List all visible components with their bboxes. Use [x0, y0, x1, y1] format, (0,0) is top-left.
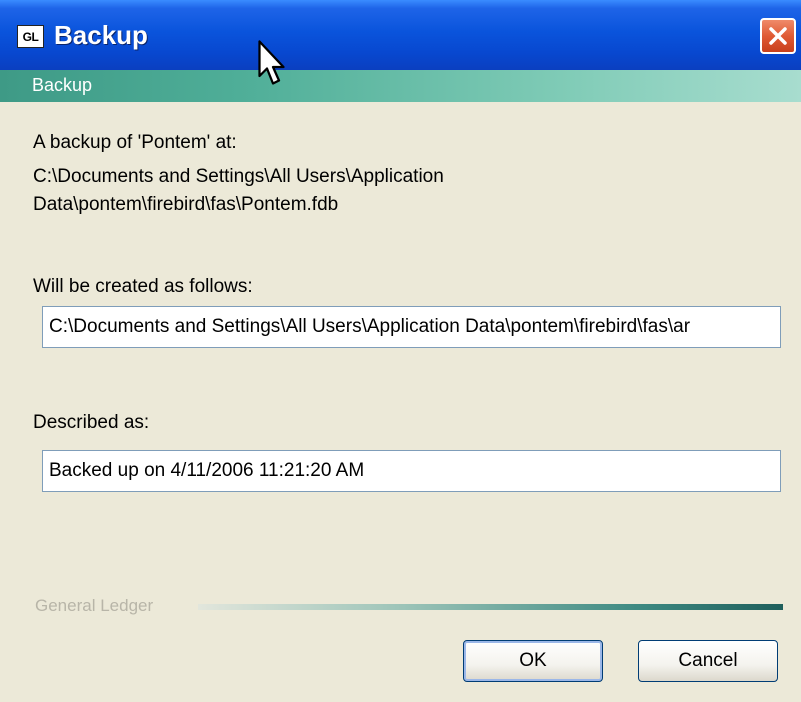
cancel-button[interactable]: Cancel: [638, 640, 778, 682]
window-title: Backup: [54, 20, 148, 50]
module-label: General Ledger: [35, 596, 154, 615]
destination-field[interactable]: [42, 306, 781, 348]
section-title: Backup: [32, 75, 93, 95]
description-input[interactable]: [43, 451, 780, 491]
footer-divider: [198, 604, 783, 610]
close-icon: [769, 27, 787, 45]
intro-label: A backup of 'Pontem' at:: [33, 132, 237, 153]
gl-app-icon: GL: [17, 25, 44, 48]
ok-button[interactable]: OK: [463, 640, 603, 682]
title-bar[interactable]: GL Backup: [0, 0, 801, 70]
backup-dialog: GL Backup Backup A backup of 'Pontem' at…: [0, 0, 801, 702]
destination-input[interactable]: [43, 307, 780, 347]
destination-label: Will be created as follows:: [33, 276, 253, 297]
description-field[interactable]: [42, 450, 781, 492]
source-path-line-2: Data\pontem\firebird\fas\Pontem.fdb: [33, 194, 339, 215]
source-path-line-1: C:\Documents and Settings\All Users\Appl…: [33, 166, 444, 187]
section-header: Backup: [0, 70, 801, 102]
mouse-pointer-icon: [258, 40, 285, 85]
description-label: Described as:: [33, 412, 150, 433]
app-icon-text: GL: [22, 29, 39, 44]
close-button[interactable]: [760, 18, 796, 54]
